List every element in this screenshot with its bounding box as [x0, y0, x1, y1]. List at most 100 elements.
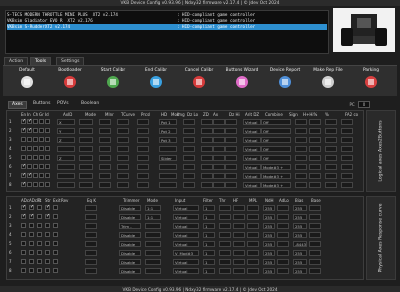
axis-value-field[interactable]: [137, 182, 149, 188]
physical-w-field[interactable]: 255: [293, 268, 307, 274]
physical-trim-field[interactable]: Disable: [119, 214, 141, 220]
axis-prec-field[interactable]: [159, 146, 177, 152]
axis-value-field[interactable]: [325, 137, 337, 143]
axis-checkbox[interactable]: [37, 232, 42, 237]
axis-value-field[interactable]: [213, 146, 225, 152]
physical-mode-field[interactable]: [145, 241, 161, 247]
physical-input-field[interactable]: Virtual: [173, 259, 199, 265]
axis-value-field[interactable]: [137, 164, 149, 170]
physical-value-field[interactable]: [309, 250, 321, 256]
physical-value-field[interactable]: [309, 232, 321, 238]
axis-checkbox[interactable]: [27, 155, 32, 160]
axis-axid-field[interactable]: Z: [57, 155, 75, 161]
axis-checkbox[interactable]: [33, 146, 38, 151]
axis-checkbox[interactable]: [21, 223, 26, 228]
axis-axid-field[interactable]: [57, 182, 75, 188]
axis-value-field[interactable]: [309, 119, 321, 125]
axis-value-field[interactable]: [325, 164, 337, 170]
axis-value-field[interactable]: [201, 173, 213, 179]
physical-value-field[interactable]: [277, 223, 289, 229]
physical-v-field[interactable]: 255: [263, 214, 275, 220]
axis-axid-field[interactable]: Z: [57, 137, 75, 143]
axis-axid-field[interactable]: [57, 164, 75, 170]
axis-value-field[interactable]: [309, 128, 321, 134]
physical-mode-field[interactable]: 1:1: [145, 214, 161, 220]
axis-value-field[interactable]: [341, 137, 353, 143]
physical-value-field[interactable]: [85, 232, 97, 238]
axis-nm-field[interactable]: Virtual: [243, 128, 261, 134]
axis-axid-field[interactable]: Y: [57, 128, 75, 134]
axis-checkbox[interactable]: [21, 118, 26, 124]
axis-value-field[interactable]: [341, 128, 353, 134]
axis-value-field[interactable]: [325, 182, 337, 188]
physical-w-field[interactable]: -8443: [293, 241, 307, 247]
axis-checkbox[interactable]: [27, 127, 32, 133]
axis-checkbox[interactable]: [39, 173, 44, 178]
axis-nm-field[interactable]: Virtual: [243, 146, 261, 152]
axis-checkbox[interactable]: [21, 127, 26, 133]
physical-value-field[interactable]: [233, 268, 245, 274]
physical-value-field[interactable]: [277, 268, 289, 274]
axis-value-field[interactable]: [117, 155, 129, 161]
axis-checkbox[interactable]: [27, 172, 32, 178]
physical-input-field[interactable]: Virtual: [173, 232, 199, 238]
axis-value-field[interactable]: [201, 119, 213, 125]
axis-checkbox[interactable]: [21, 204, 26, 210]
physical-w-field[interactable]: 255: [293, 214, 307, 220]
physical-value-field[interactable]: [85, 223, 97, 229]
axis-value-field[interactable]: [325, 119, 337, 125]
physical-mode-field[interactable]: [145, 223, 161, 229]
axis-value-field[interactable]: [201, 182, 213, 188]
axis-value-field[interactable]: [295, 182, 307, 188]
axis-value-field[interactable]: [201, 128, 213, 134]
axis-value-field[interactable]: [325, 128, 337, 134]
axis-value-field[interactable]: [117, 164, 129, 170]
physical-mode-field[interactable]: [145, 232, 161, 238]
physical-f-field[interactable]: 1: [203, 232, 215, 238]
physical-value-field[interactable]: [247, 232, 259, 238]
axis-checkbox[interactable]: [37, 250, 42, 255]
axis-axid-field[interactable]: [57, 146, 75, 152]
axis-value-field[interactable]: [341, 146, 353, 152]
axis-checkbox[interactable]: [21, 146, 26, 151]
physical-w-field[interactable]: 255: [293, 232, 307, 238]
tool-buttons-wizard-button[interactable]: Buttons Wizard: [222, 67, 262, 95]
axis-checkbox[interactable]: [21, 181, 26, 187]
axis-value-field[interactable]: [225, 119, 237, 125]
axis-checkbox[interactable]: [39, 128, 44, 133]
axis-value-field[interactable]: [183, 173, 195, 179]
physical-value-field[interactable]: [247, 250, 259, 256]
axis-mode-field[interactable]: [79, 173, 93, 179]
axis-checkbox[interactable]: [33, 128, 38, 133]
axis-checkbox[interactable]: [53, 232, 58, 237]
axis-value-field[interactable]: [225, 155, 237, 161]
axis-checkbox[interactable]: [27, 146, 32, 151]
axis-value-field[interactable]: [309, 137, 321, 143]
axis-checkbox[interactable]: [37, 205, 42, 210]
axis-checkbox[interactable]: [21, 172, 26, 178]
physical-value-field[interactable]: [277, 259, 289, 265]
axis-value-field[interactable]: [183, 119, 195, 125]
axis-value-field[interactable]: [117, 182, 129, 188]
axis-value-field[interactable]: [309, 182, 321, 188]
axis-value-field[interactable]: [309, 146, 321, 152]
axis-value-field[interactable]: [183, 164, 195, 170]
tool-start-calibration-button[interactable]: Start Calibr: [93, 67, 133, 95]
physical-value-field[interactable]: [277, 250, 289, 256]
axis-prec-field[interactable]: [159, 173, 177, 179]
axis-combine-field[interactable]: Mode#3 +: [261, 173, 291, 179]
axis-checkbox[interactable]: [29, 259, 34, 264]
axis-value-field[interactable]: [295, 146, 307, 152]
axis-value-field[interactable]: [325, 146, 337, 152]
axis-mode-field[interactable]: [79, 155, 93, 161]
axis-checkbox[interactable]: [21, 268, 26, 273]
axis-value-field[interactable]: [201, 146, 213, 152]
tool-bootloader-button[interactable]: Bootloader: [50, 67, 90, 95]
axis-checkbox[interactable]: [29, 268, 34, 273]
physical-f-field[interactable]: 1: [203, 214, 215, 220]
device-row[interactable]: VKBsim S-RudderXT2 v2.174: HID-compliant…: [7, 24, 327, 30]
axis-checkbox[interactable]: [21, 137, 26, 142]
axis-value-field[interactable]: [295, 128, 307, 134]
axis-value-field[interactable]: [137, 146, 149, 152]
physical-trim-field[interactable]: Disable: [119, 232, 141, 238]
